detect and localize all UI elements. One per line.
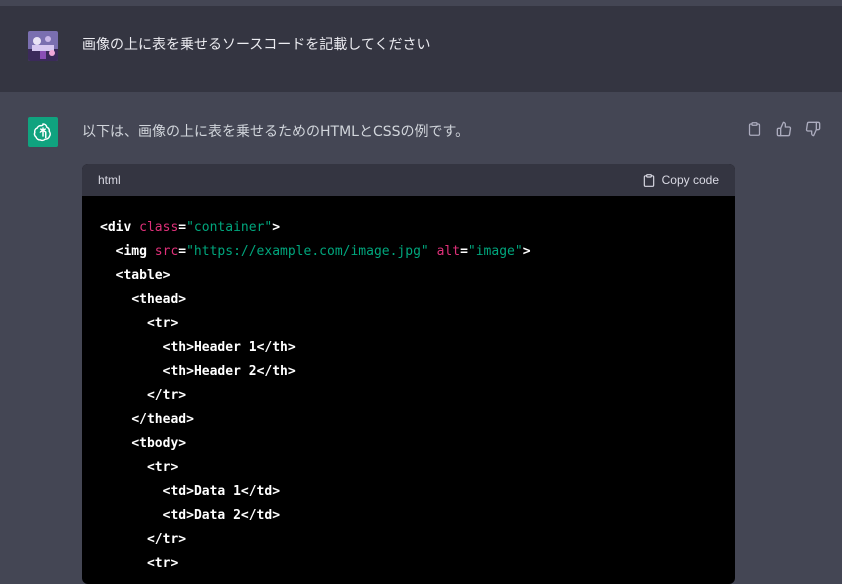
code-token: <table> [115, 268, 171, 283]
code-language-label: html [98, 173, 121, 187]
thumbs-down-icon [805, 121, 820, 136]
user-message-text: 画像の上に表を乗せるソースコードを記載してください [82, 37, 431, 53]
code-token: = [460, 244, 468, 259]
code-token: <tbody> [131, 436, 187, 451]
code-token: alt [436, 244, 461, 259]
code-token: "container" [186, 220, 273, 235]
clipboard-icon [748, 121, 761, 136]
user-avatar-image [28, 31, 58, 61]
user-avatar [28, 31, 58, 61]
code-token: Data 2 [193, 508, 241, 523]
code-content: <div class="container"> <img src="https:… [82, 196, 735, 584]
code-line: </tr> [100, 384, 717, 408]
code-token: </th> [256, 340, 296, 355]
code-token: <tr> [146, 316, 179, 331]
code-token: </td> [240, 484, 281, 499]
code-token: = [178, 220, 187, 235]
code-token: <td> [162, 508, 194, 523]
code-line: <td>Data 1</td> [100, 480, 717, 504]
code-line: <thead> [100, 288, 717, 312]
code-token: "https://example.com/image.jpg" [186, 244, 429, 259]
code-line: <table> [100, 264, 717, 288]
thumbs-down-button[interactable] [804, 120, 821, 137]
code-token: <div [100, 220, 132, 235]
code-line: <tr> [100, 552, 717, 576]
code-token: <th> [162, 340, 194, 355]
assistant-message-text: 以下は、画像の上に表を乗せるためのHTMLとCSSの例です。 [82, 124, 470, 140]
code-token: </tr> [146, 532, 187, 547]
code-line: <td>Data 2</td> [100, 504, 717, 528]
message-actions [746, 120, 821, 137]
code-line: <th>Header 2</th> [100, 360, 717, 384]
code-token: > [272, 220, 281, 235]
assistant-message-row: 以下は、画像の上に表を乗せるためのHTMLとCSSの例です。 html Copy… [0, 92, 842, 584]
code-token: <tr> [146, 460, 179, 475]
code-token: <img [115, 244, 147, 259]
code-token: class [139, 220, 179, 235]
code-line: </thead> [100, 408, 717, 432]
code-header: html Copy code [82, 164, 735, 196]
copy-code-button[interactable]: Copy code [642, 173, 719, 188]
code-line: </tr> [100, 528, 717, 552]
code-token: Data 1 [193, 484, 241, 499]
thumbs-up-button[interactable] [775, 120, 792, 137]
code-line: <img src="https://example.com/image.jpg"… [100, 240, 717, 264]
code-token: <th> [162, 364, 194, 379]
code-token: Header 1 [193, 340, 257, 355]
copy-message-button[interactable] [746, 120, 763, 137]
code-line: <tr> [100, 456, 717, 480]
code-token: > [522, 244, 531, 259]
code-token: <td> [162, 484, 194, 499]
code-token: </th> [256, 364, 296, 379]
openai-logo-icon [33, 123, 51, 142]
code-line: <th>Header 1</th> [100, 336, 717, 360]
code-line: <tbody> [100, 432, 717, 456]
code-token: <thead> [131, 292, 187, 307]
code-token: </tr> [146, 388, 187, 403]
code-token: = [178, 244, 187, 259]
code-line: <tr> [100, 312, 717, 336]
code-token: </td> [240, 508, 281, 523]
code-line: <div class="container"> [100, 216, 717, 240]
code-block: html Copy code <div class="container"> <… [82, 164, 735, 584]
code-token: </thead> [131, 412, 194, 427]
code-token: <tr> [146, 556, 179, 571]
user-message-row: 画像の上に表を乗せるソースコードを記載してください [0, 6, 842, 93]
clipboard-icon [643, 173, 654, 187]
copy-code-label: Copy code [661, 173, 719, 187]
assistant-avatar [28, 117, 58, 147]
code-token: Header 2 [193, 364, 257, 379]
code-token: src [154, 244, 179, 259]
code-token: "image" [467, 244, 523, 259]
thumbs-up-icon [776, 121, 791, 136]
